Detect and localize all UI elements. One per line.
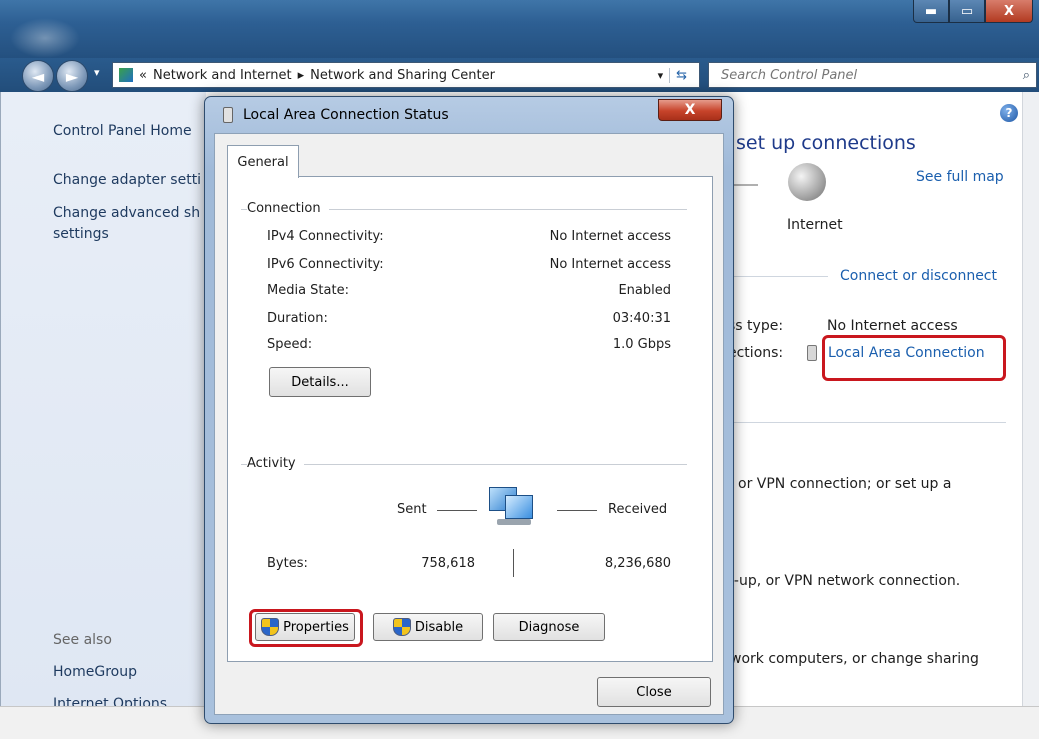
forward-arrow-icon: ► xyxy=(65,66,79,86)
uac-shield-icon xyxy=(261,618,280,636)
connection-group-label: Connection xyxy=(247,201,329,216)
media-state-label: Media State: xyxy=(267,283,349,298)
connections-label: ections: xyxy=(728,345,784,361)
sent-label: Sent xyxy=(397,502,427,517)
dialog-title-bar: Local Area Connection Status xyxy=(223,107,449,123)
window-controls: ▬ ▭ X xyxy=(913,0,1033,24)
ethernet-icon xyxy=(807,345,817,361)
recent-pages-dropdown[interactable]: ▾ xyxy=(94,66,100,79)
vertical-scrollbar[interactable] xyxy=(1022,92,1039,706)
refresh-icon[interactable]: ⇆ xyxy=(669,67,693,83)
tasks-divider xyxy=(724,422,1006,423)
disable-button-label: Disable xyxy=(414,619,464,635)
bytes-received-value: 8,236,680 xyxy=(604,556,671,571)
ipv6-value: No Internet access xyxy=(549,257,671,272)
network-folder-icon xyxy=(119,68,133,82)
breadcrumb-network-and-internet[interactable]: Network and Internet xyxy=(153,68,292,83)
breadcrumb-separator-icon[interactable]: ▸ xyxy=(298,68,305,83)
search-icon[interactable]: ⌕ xyxy=(1023,68,1030,83)
breadcrumb-network-and-sharing-center[interactable]: Network and Sharing Center xyxy=(310,68,495,83)
diagnose-button[interactable]: Diagnose xyxy=(493,613,605,641)
ethernet-icon xyxy=(223,107,233,123)
tab-general[interactable]: General xyxy=(227,145,299,178)
general-tab-panel xyxy=(227,176,713,662)
change-advanced-sharing-link[interactable]: Change advanced sh xyxy=(53,205,200,221)
local-area-connection-status-dialog: Local Area Connection Status X General C… xyxy=(204,96,734,724)
window-close-button[interactable]: X xyxy=(985,0,1033,23)
address-bar[interactable]: « Network and Internet ▸ Network and Sha… xyxy=(112,62,700,88)
change-adapter-settings-link[interactable]: Change adapter setti xyxy=(53,172,201,188)
ipv6-label: IPv6 Connectivity: xyxy=(267,257,384,272)
see-also-label: See also xyxy=(53,632,112,648)
window-icon xyxy=(10,18,80,58)
task-setup-connection-text[interactable]: or VPN connection; or set up a xyxy=(738,476,951,492)
breadcrumb-prefix[interactable]: « xyxy=(139,68,147,83)
change-advanced-sharing-link-line2[interactable]: settings xyxy=(53,226,109,242)
uac-shield-icon xyxy=(392,618,411,636)
minimize-button[interactable]: ▬ xyxy=(913,0,949,23)
ipv4-value: No Internet access xyxy=(549,229,671,244)
local-area-connection-link[interactable]: Local Area Connection xyxy=(828,345,985,361)
access-type-value: No Internet access xyxy=(827,318,958,334)
help-icon[interactable]: ? xyxy=(1000,104,1018,122)
search-box[interactable]: ⌕ xyxy=(708,62,1037,88)
close-button[interactable]: Close xyxy=(597,677,711,707)
internet-globe-icon xyxy=(788,163,826,201)
received-line xyxy=(557,510,597,511)
control-panel-home-link[interactable]: Control Panel Home xyxy=(53,123,192,139)
task-sharing-options-text[interactable]: work computers, or change sharing xyxy=(730,651,979,667)
duration-label: Duration: xyxy=(267,311,328,326)
section-divider xyxy=(732,276,828,277)
ipv4-label: IPv4 Connectivity: xyxy=(267,229,384,244)
connect-or-disconnect-link[interactable]: Connect or disconnect xyxy=(840,268,997,284)
speed-label: Speed: xyxy=(267,337,313,352)
speed-value: 1.0 Gbps xyxy=(612,337,671,352)
search-input[interactable] xyxy=(719,66,1003,84)
bytes-sent-value: 758,618 xyxy=(421,556,475,571)
duration-value: 03:40:31 xyxy=(612,311,671,326)
activity-group-line xyxy=(241,464,687,465)
window-title-bar xyxy=(0,0,1039,58)
sent-line xyxy=(437,510,477,511)
main-heading: set up connections xyxy=(736,132,916,154)
activity-group-label: Activity xyxy=(247,456,304,471)
dialog-close-button[interactable]: X xyxy=(658,99,722,121)
maximize-button[interactable]: ▭ xyxy=(949,0,985,23)
disable-button[interactable]: Disable xyxy=(373,613,483,641)
back-button[interactable]: ◄ xyxy=(22,60,54,92)
homegroup-link[interactable]: HomeGroup xyxy=(53,664,137,680)
access-type-label: ss type: xyxy=(728,318,784,334)
received-label: Received xyxy=(608,502,668,517)
map-connector-line xyxy=(734,184,758,186)
address-dropdown-icon[interactable]: ▾ xyxy=(658,69,664,82)
details-button[interactable]: Details... xyxy=(269,367,371,397)
media-state-value: Enabled xyxy=(618,283,671,298)
dialog-title: Local Area Connection Status xyxy=(243,107,449,123)
back-arrow-icon: ◄ xyxy=(31,66,45,86)
network-computers-icon xyxy=(485,483,537,535)
task-connect-network-text[interactable]: l-up, or VPN network connection. xyxy=(730,573,960,589)
see-full-map-link[interactable]: See full map xyxy=(916,169,1004,185)
properties-button-label: Properties xyxy=(283,619,349,635)
internet-label: Internet xyxy=(787,217,843,233)
forward-button[interactable]: ► xyxy=(56,60,88,92)
properties-button[interactable]: Properties xyxy=(255,613,355,641)
